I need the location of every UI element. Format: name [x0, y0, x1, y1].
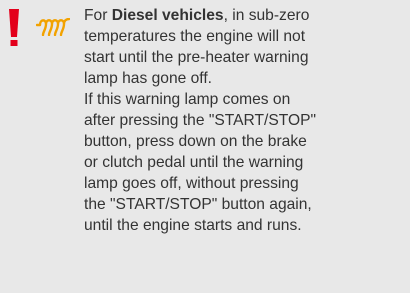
- text-line: lamp has gone off.: [84, 70, 213, 87]
- paragraph-warning-lamp-instructions: If this warning lamp comes on after pres…: [84, 89, 406, 236]
- text-line: If this warning lamp comes on: [84, 91, 291, 108]
- text-line: button, press down on the brake: [84, 133, 307, 150]
- text-bold-diesel-vehicles: Diesel vehicles: [111, 7, 224, 24]
- text-line: until the engine starts and runs.: [84, 217, 302, 234]
- text-line: start until the pre-heater warning: [84, 49, 309, 66]
- paragraph-diesel-cold-start: For Diesel vehicles, in sub-zero tempera…: [84, 5, 406, 89]
- text-line: lamp goes off, without pressing: [84, 175, 299, 192]
- text-line-rest: , in sub-zero: [223, 7, 310, 24]
- text-line: temperatures the engine will not: [84, 28, 306, 45]
- diesel-preheat-note: For Diesel vehicles, in sub-zero tempera…: [0, 0, 410, 293]
- text-line: the "START/STOP" button again,: [84, 196, 312, 213]
- text-line: For Diesel vehicles, in sub-zero: [84, 5, 406, 26]
- text-line: or clutch pedal until the warning: [84, 154, 304, 171]
- text-line: after pressing the "START/STOP": [84, 112, 317, 129]
- diesel-preheater-coil-icon: [36, 18, 70, 36]
- exclamation-mark-icon: [9, 9, 19, 46]
- note-text: For Diesel vehicles, in sub-zero tempera…: [84, 5, 406, 236]
- text-intro: For: [84, 7, 112, 24]
